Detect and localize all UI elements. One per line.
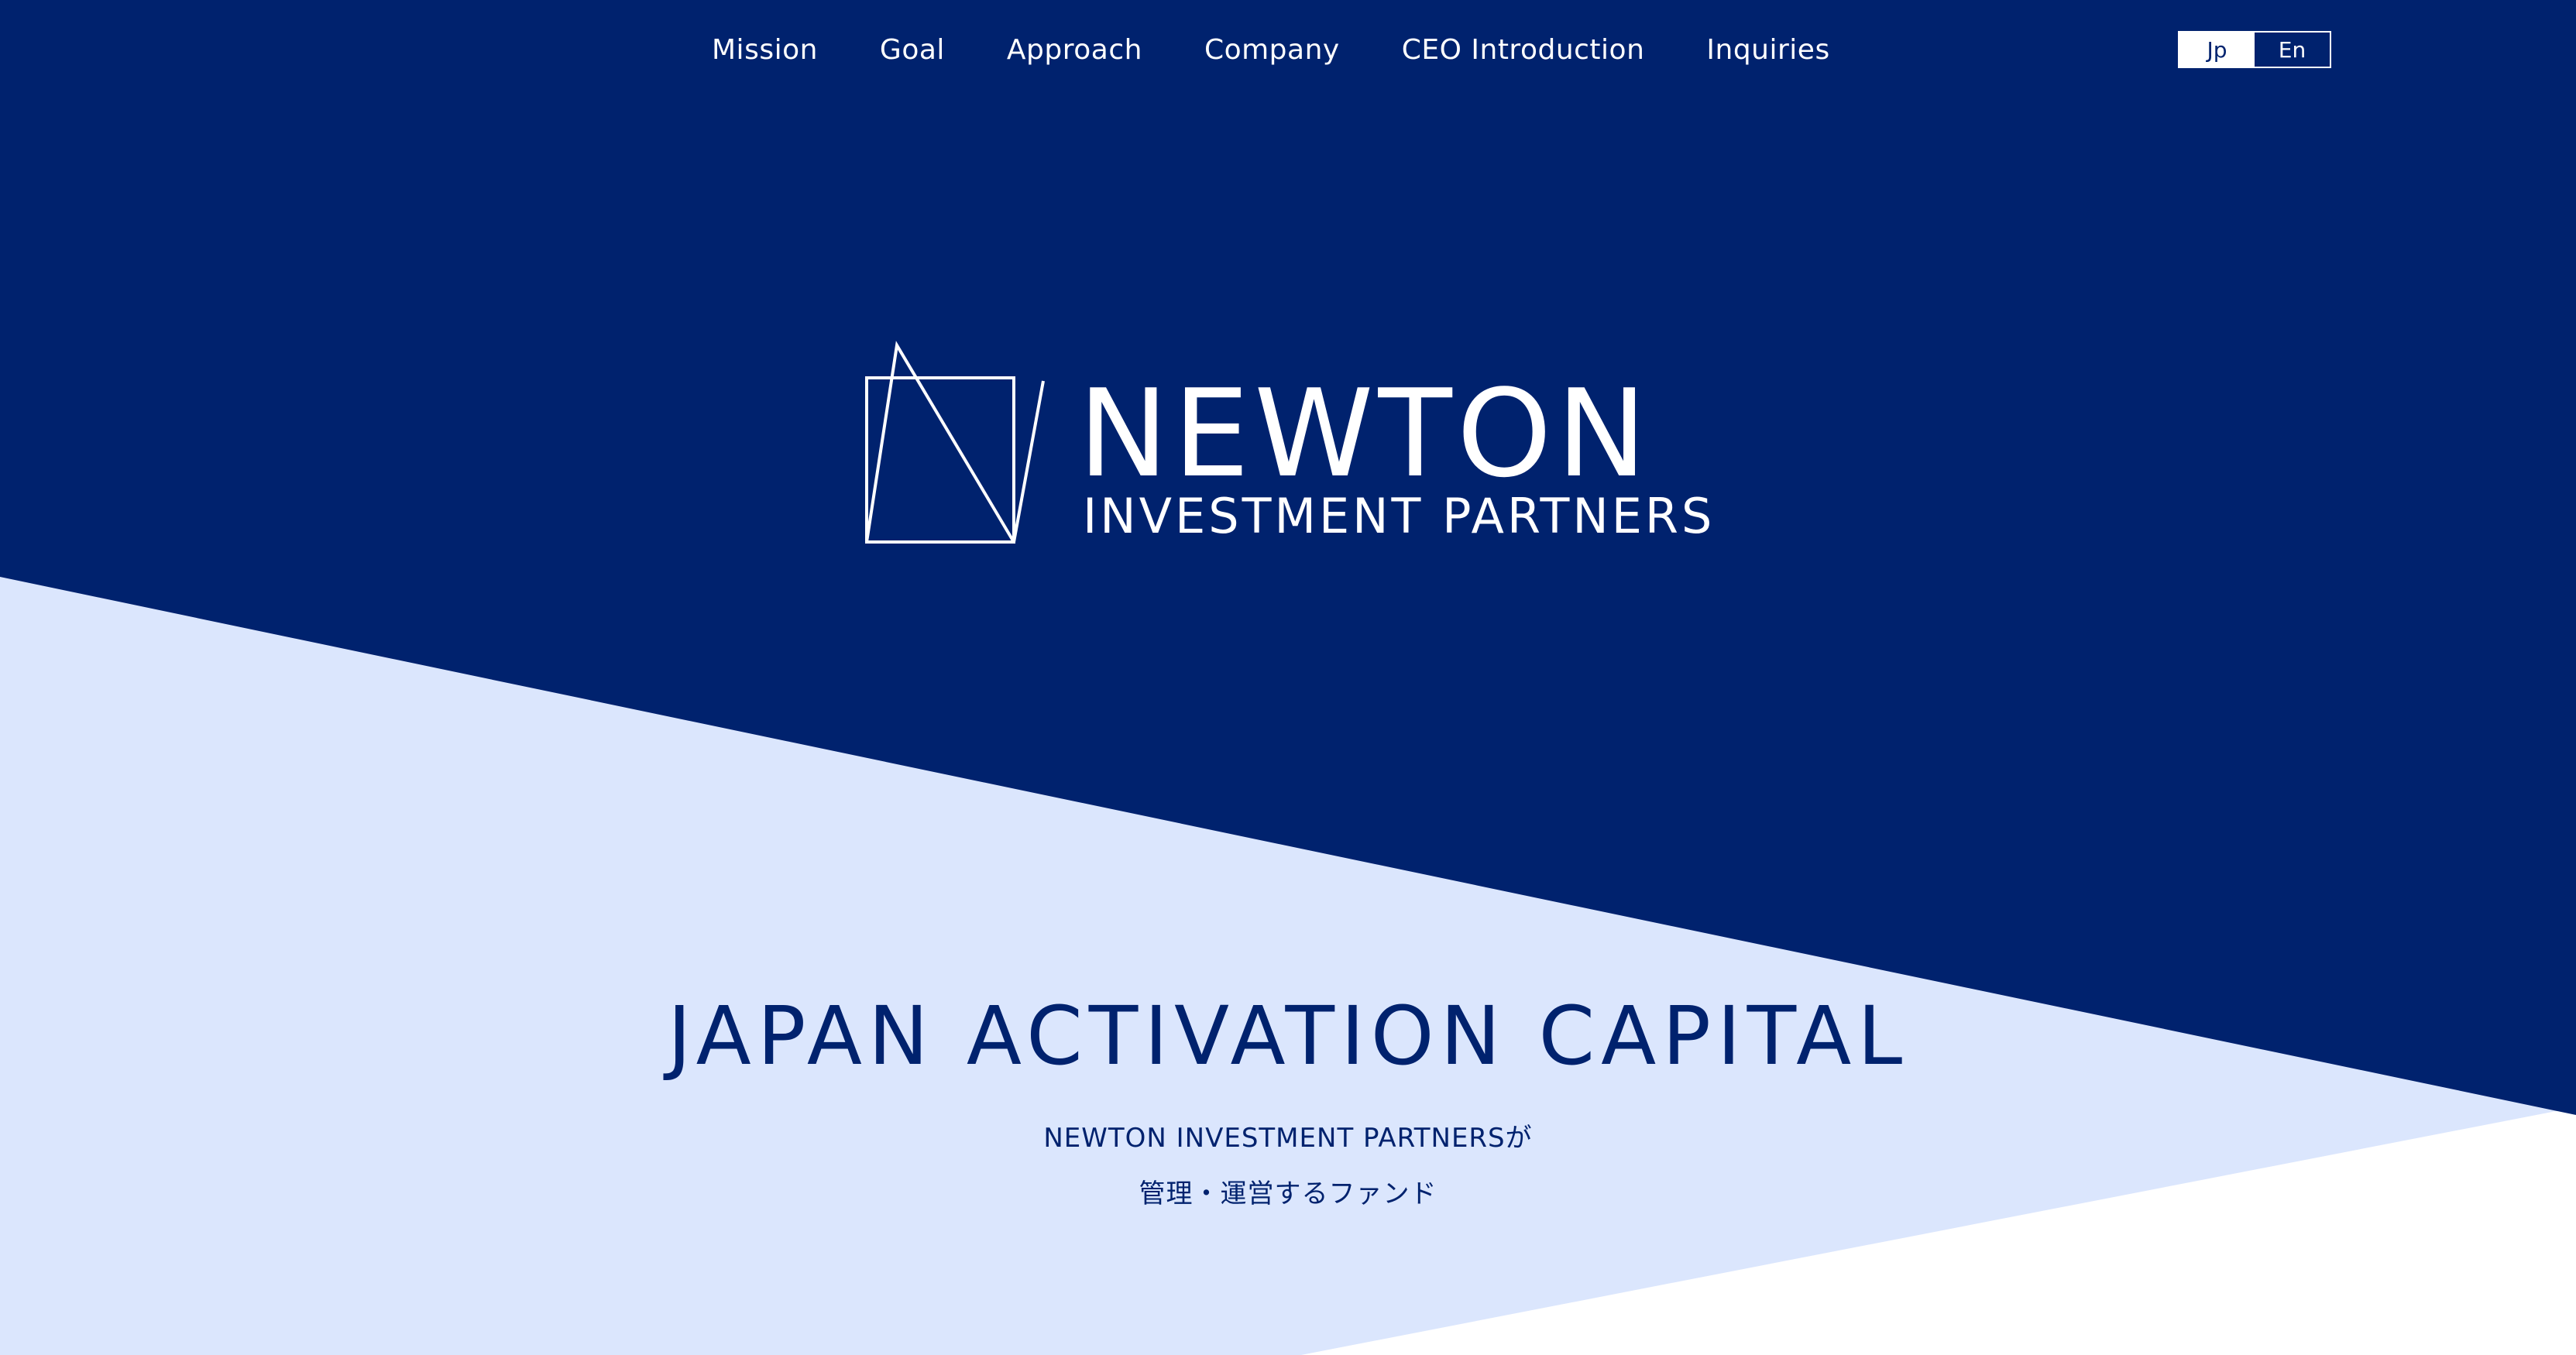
- language-switcher: Jp En: [2178, 31, 2331, 68]
- fund-description-line-1: NEWTON INVESTMENT PARTNERSが: [1043, 1123, 1533, 1154]
- nav-item-inquiries[interactable]: Inquiries: [1706, 31, 1829, 70]
- nav-item-approach[interactable]: Approach: [1007, 31, 1142, 70]
- top-navigation: Mission Goal Approach Company CEO Introd…: [0, 31, 2576, 70]
- nav-item-ceo-introduction[interactable]: CEO Introduction: [1402, 31, 1645, 70]
- language-option-jp[interactable]: Jp: [2179, 33, 2255, 67]
- language-option-en[interactable]: En: [2255, 33, 2330, 67]
- fund-description: NEWTON INVESTMENT PARTNERSが 管理・運営するファンド: [0, 1110, 2576, 1222]
- nav-item-goal[interactable]: Goal: [880, 31, 945, 70]
- nav-item-mission[interactable]: Mission: [712, 31, 818, 70]
- nav-menu: Mission Goal Approach Company CEO Introd…: [712, 31, 1830, 70]
- square-triangle-logo-icon: [865, 341, 1045, 544]
- page: Mission Goal Approach Company CEO Introd…: [0, 0, 2576, 1355]
- company-logo[interactable]: NEWTON INVESTMENT PARTNERS: [863, 341, 1712, 550]
- logo-wordmark: NEWTON: [1078, 363, 1652, 504]
- nav-item-company[interactable]: Company: [1204, 31, 1340, 70]
- fund-description-line-2: 管理・運営するファンド: [1139, 1178, 1437, 1209]
- fund-title: JAPAN ACTIVATION CAPITAL: [667, 989, 1909, 1083]
- logo-subtitle: INVESTMENT PARTNERS: [1083, 488, 1716, 544]
